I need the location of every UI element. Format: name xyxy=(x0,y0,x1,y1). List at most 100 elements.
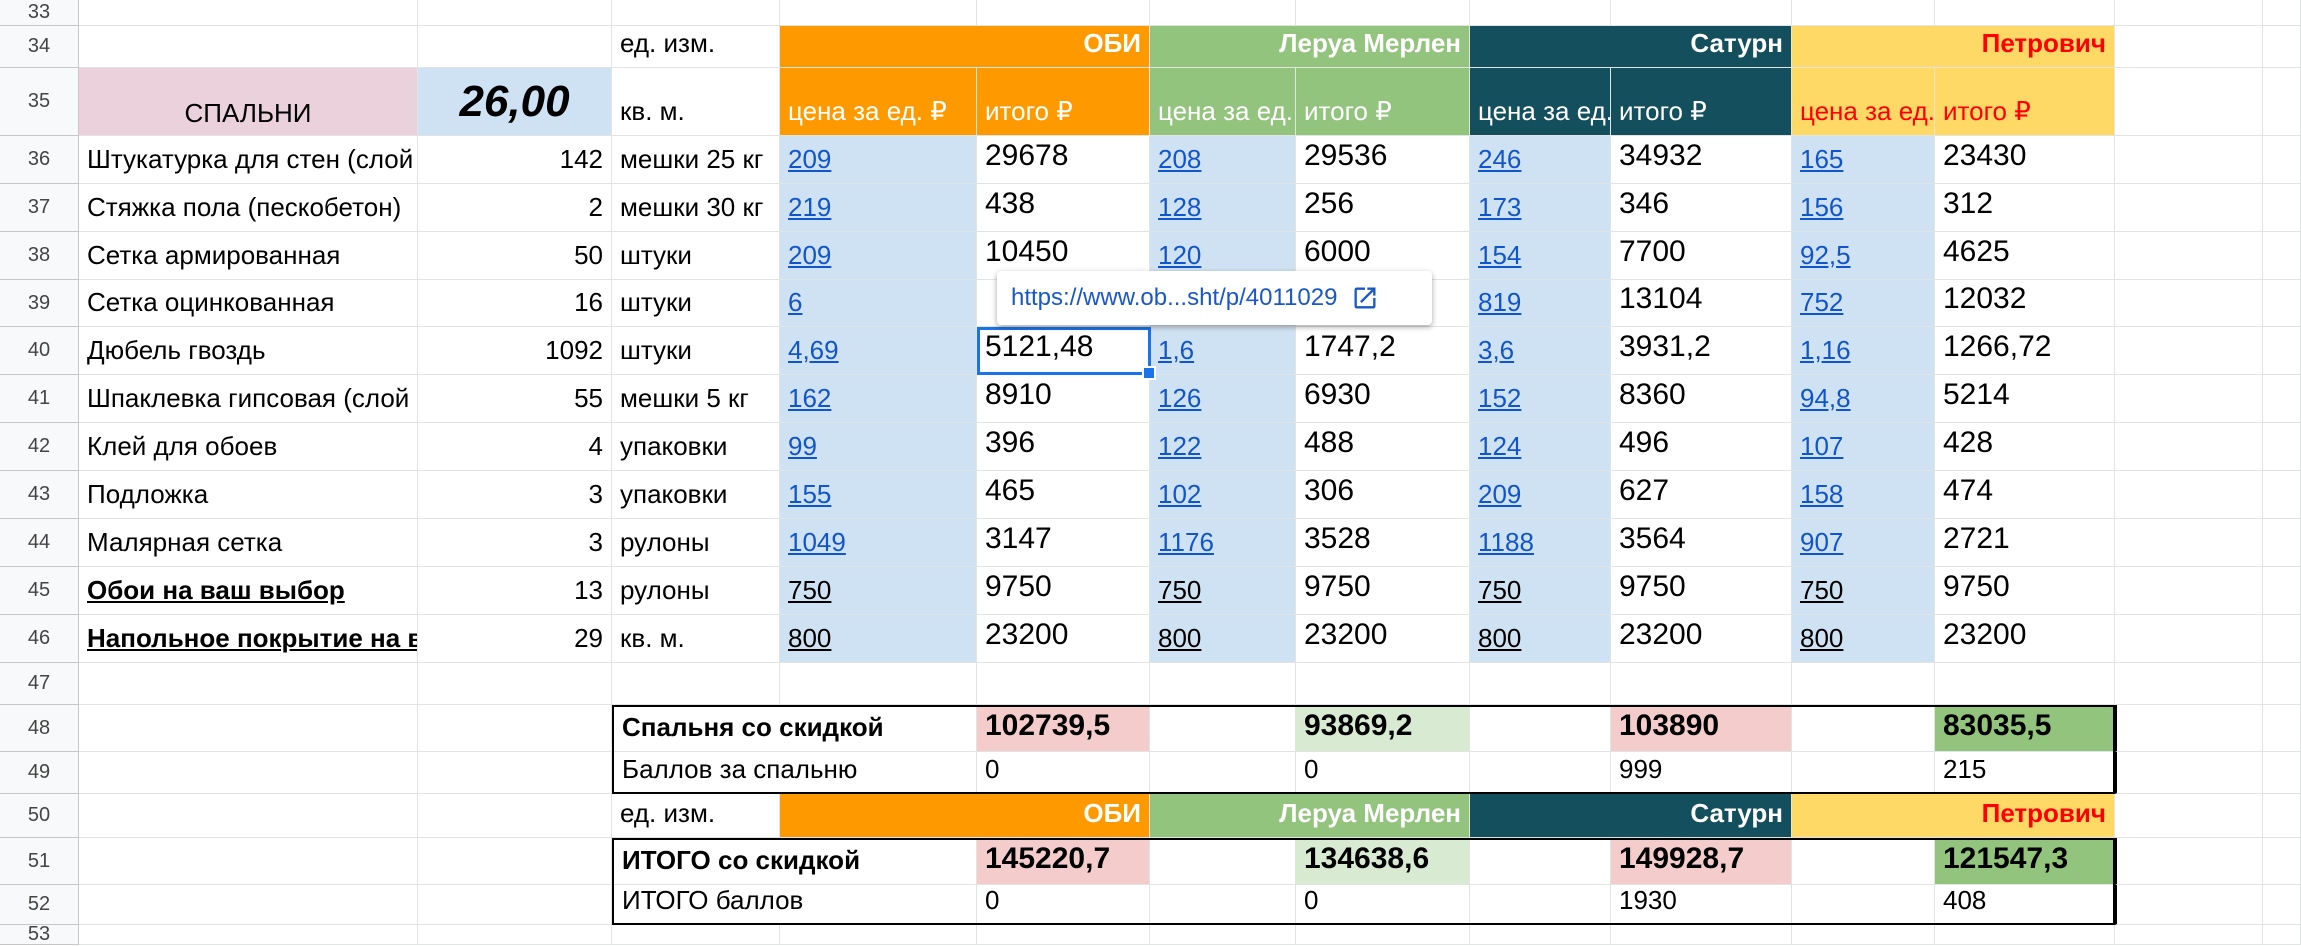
unit-price-link[interactable]: 800 xyxy=(1150,615,1296,663)
cell[interactable] xyxy=(977,663,1150,705)
cell[interactable] xyxy=(612,925,780,945)
store-name-petrovich[interactable]: Петрович xyxy=(1792,26,2115,68)
cell[interactable] xyxy=(2115,567,2263,615)
store-name-repeat-saturn[interactable]: Сатурн xyxy=(1470,794,1792,838)
item-unit[interactable]: упаковки xyxy=(612,471,780,519)
cell[interactable] xyxy=(2115,375,2263,423)
cell[interactable] xyxy=(2263,327,2301,375)
unit-price-link[interactable]: 209 xyxy=(1470,471,1611,519)
price-link[interactable]: 94,8 xyxy=(1800,383,1851,414)
unit-price-link[interactable]: 750 xyxy=(1470,567,1611,615)
unit-price-header-obi[interactable]: цена за ед. ₽ xyxy=(780,68,977,136)
cell[interactable] xyxy=(79,925,418,945)
unit-price-link[interactable]: 165 xyxy=(1792,136,1935,184)
cell[interactable] xyxy=(2115,280,2263,327)
item-name[interactable]: Сетка армированная xyxy=(79,232,418,280)
item-qty[interactable]: 29 xyxy=(418,615,612,663)
cell[interactable] xyxy=(418,705,612,752)
unit-price-link[interactable]: 907 xyxy=(1792,519,1935,567)
row-header[interactable]: 39 xyxy=(0,280,79,327)
item-total[interactable]: 1747,2 xyxy=(1296,327,1470,375)
row-header[interactable]: 41 xyxy=(0,375,79,423)
cell[interactable] xyxy=(2263,615,2301,663)
row-header[interactable]: 46 xyxy=(0,615,79,663)
cell[interactable] xyxy=(418,0,612,26)
cell[interactable] xyxy=(1470,705,1611,752)
unit-price-link[interactable]: 124 xyxy=(1470,423,1611,471)
cell[interactable] xyxy=(2263,280,2301,327)
cell[interactable] xyxy=(780,0,977,26)
item-total[interactable]: 438 xyxy=(977,184,1150,232)
price-link[interactable]: 800 xyxy=(1478,623,1521,654)
item-unit[interactable]: мешки 25 кг xyxy=(612,136,780,184)
item-name[interactable]: Штукатурка для стен (слой 20 мм) xyxy=(79,136,418,184)
store-name-repeat-leroy[interactable]: Леруа Мерлен xyxy=(1150,794,1470,838)
cell[interactable] xyxy=(1470,838,1611,885)
item-qty[interactable]: 16 xyxy=(418,280,612,327)
row-header[interactable]: 48 xyxy=(0,705,79,752)
cell[interactable] xyxy=(1611,925,1792,945)
cell[interactable] xyxy=(1792,838,1935,885)
unit-price-link[interactable]: 1188 xyxy=(1470,519,1611,567)
unit-price-link[interactable]: 92,5 xyxy=(1792,232,1935,280)
unit-header[interactable]: ед. изм. xyxy=(612,26,780,68)
price-link[interactable]: 162 xyxy=(788,383,831,414)
summary-value-obi[interactable]: 0 xyxy=(977,752,1150,794)
price-link[interactable]: 219 xyxy=(788,192,831,223)
cell[interactable] xyxy=(1150,925,1296,945)
price-link[interactable]: 1176 xyxy=(1158,527,1214,558)
price-link[interactable]: 4,69 xyxy=(788,335,839,366)
price-link[interactable]: 750 xyxy=(1800,575,1843,606)
open-in-new-icon[interactable] xyxy=(1351,284,1379,312)
cell[interactable] xyxy=(2115,838,2263,885)
cell[interactable] xyxy=(1150,705,1296,752)
item-total[interactable]: 13104 xyxy=(1611,280,1792,327)
unit-price-link[interactable]: 173 xyxy=(1470,184,1611,232)
unit-price-link[interactable]: 128 xyxy=(1150,184,1296,232)
item-name[interactable]: Дюбель гвоздь xyxy=(79,327,418,375)
unit-price-link[interactable]: 208 xyxy=(1150,136,1296,184)
item-name[interactable]: Обои на ваш выбор xyxy=(79,567,418,615)
cell[interactable] xyxy=(418,925,612,945)
cell[interactable] xyxy=(79,705,418,752)
row-header[interactable]: 42 xyxy=(0,423,79,471)
row-header[interactable]: 43 xyxy=(0,471,79,519)
unit-header-repeat[interactable]: ед. изм. xyxy=(612,794,780,838)
cell[interactable] xyxy=(1470,752,1611,794)
cell[interactable] xyxy=(2115,705,2263,752)
item-name[interactable]: Подложка xyxy=(79,471,418,519)
store-name-leroy[interactable]: Леруа Мерлен xyxy=(1150,26,1470,68)
cell[interactable] xyxy=(2263,925,2301,945)
unit-price-link[interactable]: 246 xyxy=(1470,136,1611,184)
price-link[interactable]: 126 xyxy=(1158,383,1201,414)
price-link[interactable]: 750 xyxy=(788,575,831,606)
row-header[interactable]: 37 xyxy=(0,184,79,232)
fill-handle[interactable] xyxy=(1142,366,1156,380)
link-preview-tooltip[interactable]: https://www.ob...sht/p/4011029 xyxy=(997,271,1432,325)
item-total[interactable]: 6930 xyxy=(1296,375,1470,423)
price-link[interactable]: 124 xyxy=(1478,431,1521,462)
total-discount-label[interactable]: ИТОГО со скидкой xyxy=(612,838,977,885)
unit-price-link[interactable]: 1,6 xyxy=(1150,327,1296,375)
cell[interactable] xyxy=(1150,0,1296,26)
price-link[interactable]: 156 xyxy=(1800,192,1843,223)
row-header[interactable]: 44 xyxy=(0,519,79,567)
cell[interactable] xyxy=(418,26,612,68)
item-qty[interactable]: 50 xyxy=(418,232,612,280)
item-total[interactable]: 8910 xyxy=(977,375,1150,423)
unit-price-link[interactable]: 219 xyxy=(780,184,977,232)
item-total[interactable]: 9750 xyxy=(1296,567,1470,615)
unit-price-link[interactable]: 819 xyxy=(1470,280,1611,327)
summary-value-leroy[interactable]: 134638,6 xyxy=(1296,838,1470,885)
cell[interactable] xyxy=(2263,705,2301,752)
price-link[interactable]: 800 xyxy=(788,623,831,654)
price-link[interactable]: 750 xyxy=(1158,575,1201,606)
unit-price-link[interactable]: 209 xyxy=(780,136,977,184)
cell[interactable] xyxy=(1792,705,1935,752)
item-unit[interactable]: штуки xyxy=(612,327,780,375)
cell[interactable] xyxy=(2115,794,2263,838)
item-name[interactable]: Сетка оцинкованная xyxy=(79,280,418,327)
unit-price-link[interactable]: 156 xyxy=(1792,184,1935,232)
item-qty[interactable]: 142 xyxy=(418,136,612,184)
item-unit[interactable]: мешки 5 кг xyxy=(612,375,780,423)
